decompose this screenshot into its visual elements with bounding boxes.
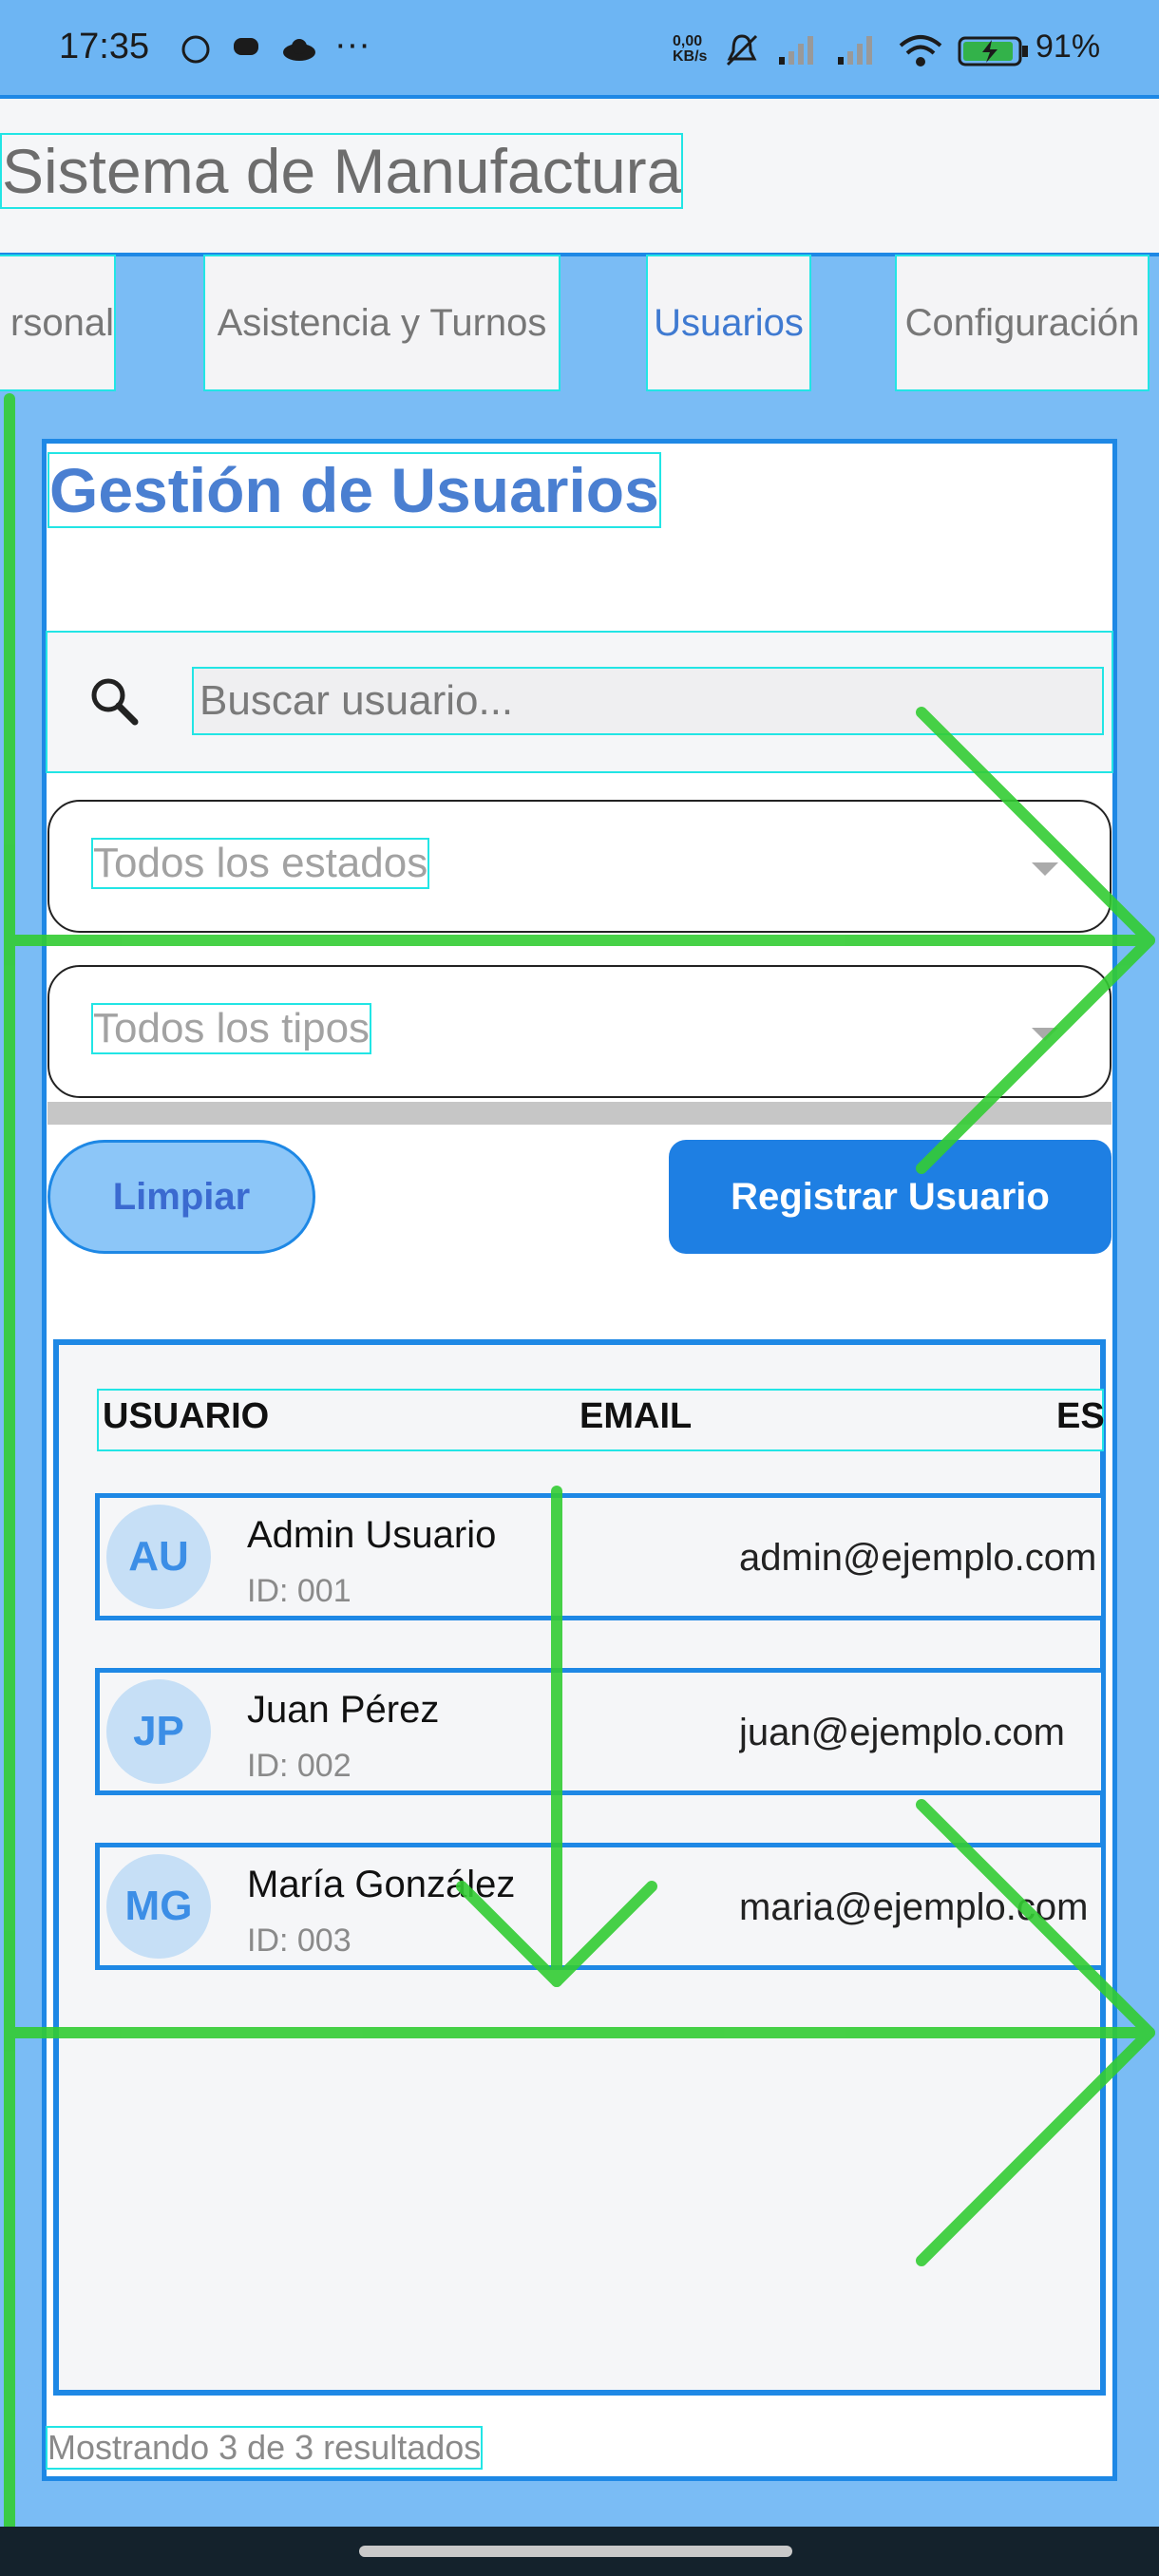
home-handle[interactable] <box>359 2546 792 2557</box>
gesture-overlay <box>4 393 1155 2532</box>
